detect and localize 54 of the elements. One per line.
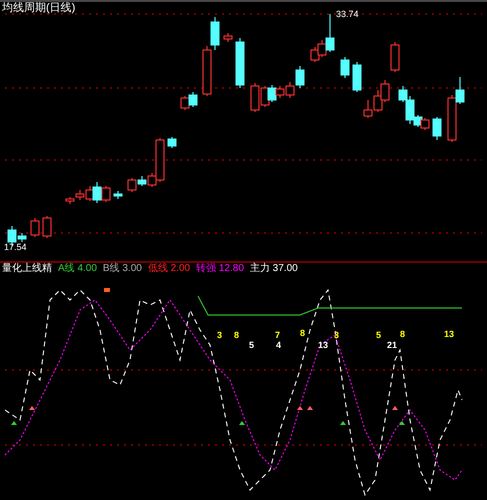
candlestick — [236, 38, 244, 88]
signal-number: 8 — [300, 329, 306, 338]
legend-label: 转强 12.80 — [196, 264, 244, 274]
candlestick — [102, 186, 110, 202]
signal-number: 13 — [318, 341, 328, 350]
candlestick — [42, 216, 52, 238]
price-label: 17.54 — [4, 243, 27, 252]
candlestick — [352, 62, 362, 92]
signal-number: 3 — [334, 331, 340, 340]
signal-mark — [104, 288, 110, 292]
legend-label: 低线 2.00 — [148, 264, 190, 274]
candlestick — [364, 100, 372, 118]
legend-label: 量化上线精 — [2, 264, 52, 274]
arrow-icon — [340, 421, 346, 425]
arrow-icon — [11, 421, 17, 425]
signal-number: 3 — [217, 331, 222, 340]
candlestick — [30, 218, 40, 238]
signal-number: 8 — [400, 330, 406, 339]
candlestick — [296, 66, 304, 88]
arrow-icon — [399, 421, 405, 425]
candlestick — [260, 86, 270, 108]
arrow-icon — [29, 406, 35, 410]
candlestick — [92, 182, 102, 204]
arrow-icon — [392, 406, 398, 410]
chart-title: 均线周期(日线) — [2, 3, 76, 14]
candlestick — [168, 136, 176, 148]
signal-number: 5 — [376, 331, 382, 340]
candlestick — [188, 92, 198, 108]
signal-number: 13 — [444, 330, 454, 339]
candlestick — [276, 86, 284, 98]
candlestick — [224, 32, 232, 42]
candlestick — [138, 176, 146, 186]
signal-number: 5 — [249, 341, 254, 350]
candlestick — [286, 82, 294, 98]
signal-number: 4 — [276, 341, 282, 350]
signal-number: 8 — [234, 331, 240, 340]
signal-number: 7 — [275, 331, 280, 340]
arrow-icon — [239, 421, 245, 425]
legend-label: 主力 37.00 — [250, 264, 298, 274]
candlestick — [432, 116, 442, 140]
candlestick — [374, 90, 382, 112]
candlestick — [420, 118, 430, 130]
candlestick — [180, 96, 190, 110]
candlestick — [340, 56, 350, 78]
legend-label: A线 4.00 — [58, 264, 97, 274]
candlestick — [250, 82, 260, 112]
price-label: 33.74 — [336, 10, 359, 19]
candlestick — [380, 80, 390, 102]
candlestick — [390, 42, 400, 72]
candlestick — [128, 178, 136, 192]
signal-number: 21 — [387, 341, 398, 350]
candlestick — [114, 190, 122, 200]
candlestick — [268, 84, 276, 102]
legend-label: B线 3.00 — [102, 264, 142, 274]
